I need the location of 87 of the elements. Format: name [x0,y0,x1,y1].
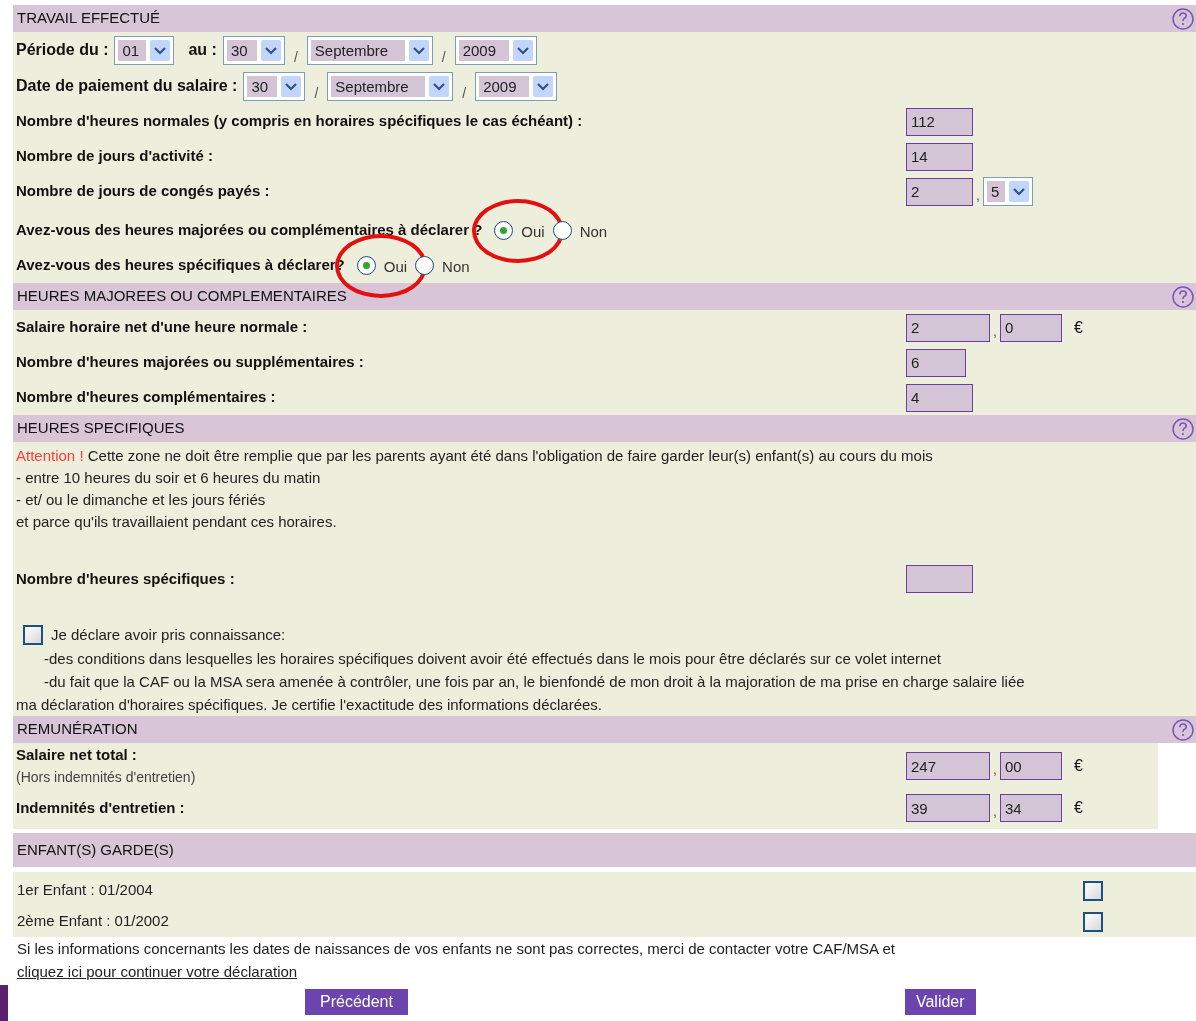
field-label: Période du : [16,40,109,60]
section-title: TRAVAIL EFFECTUÉ [17,8,161,29]
input-field[interactable]: 2 [906,313,990,342]
consent-text: ma déclaration d'horaires spécifiques. Je certifie l'exactitude des informations déclarées. [16,695,604,715]
chevron-down-icon [408,39,429,61]
separator: , [993,760,997,779]
field-label: Nombre d'heures complémentaires : [16,387,277,408]
input-field[interactable]: 2 [906,177,973,206]
help-icon[interactable] [1172,718,1194,741]
dropdown[interactable]: 30 [222,35,285,65]
previous-button[interactable]: Précédent [305,989,408,1015]
field-label: Nombre de jours d'activité : [16,146,214,167]
field-label: Indemnités d'entretien : [16,797,186,818]
info-text: - entre 10 heures du soir et 6 heures du matin [16,468,322,488]
field-label: Date de paiement du salaire : [16,76,238,96]
dropdown[interactable]: Septembre [306,35,433,65]
currency-label: € [1073,798,1083,818]
section-title: HEURES SPECIFIQUES [17,418,185,439]
child-label: 2ème Enfant : 01/2002 [17,911,170,932]
separator: / [314,84,319,103]
info-text: Si les informations concernants les dates de naissances de vos enfants ne sont pas correctes, merci de contacter votre CAF/MSA et cliquez ici pour continuer votre déclaration [16,939,896,982]
child-label: 1er Enfant : 01/2004 [17,880,154,901]
continue-link[interactable]: cliquez ici pour continuer votre déclaration [17,963,298,980]
separator: / [293,48,298,67]
field-label: au : [188,40,217,60]
field-label: Nombre d'heures majorées ou supplémentaires : [16,352,365,373]
input-field[interactable]: 0 [999,313,1062,342]
field-note: (Hors indemnités d'entretien) [16,767,197,787]
checkbox[interactable] [1083,911,1103,932]
section-title: REMUNÉRATION [17,719,138,740]
separator: / [441,48,446,67]
dropdown[interactable]: 5 [982,177,1033,206]
checkbox[interactable] [23,625,43,645]
radio-label: Non [579,222,608,243]
radio-button[interactable] [356,256,376,275]
help-icon[interactable] [1172,417,1194,440]
dropdown[interactable]: 2009 [454,35,537,65]
help-icon[interactable] [1172,7,1194,30]
chevron-down-icon [1008,181,1029,202]
chevron-down-icon [429,75,450,97]
separator: , [976,186,980,205]
input-field[interactable]: 247 [906,752,990,780]
section-title: ENFANT(S) GARDE(S) [17,839,174,860]
field-label: Salaire horaire net d'une heure normale : [16,317,309,338]
checkbox-label: Je déclare avoir pris connaissance: [51,624,286,645]
chevron-down-icon [260,39,281,61]
chevron-down-icon [281,75,302,97]
input-field[interactable]: 4 [906,383,973,412]
field-label: Nombre de jours de congés payés : [16,181,271,202]
separator: / [462,84,467,103]
dropdown[interactable]: Septembre [327,71,454,101]
input-field[interactable]: 14 [906,142,973,171]
currency-label: € [1073,756,1083,776]
radio-label: Non [442,257,470,278]
chevron-down-icon [533,75,554,97]
radio-label: Oui [521,222,545,243]
input-field[interactable]: 34 [999,794,1062,822]
separator: , [993,321,997,341]
radio-button[interactable] [552,221,572,240]
consent-text: -des conditions dans lesquelles les horaires spécifiques doivent avoir été effectués dans le mois pour être déclarés sur ce volet internet [43,649,942,669]
page-edge-bar [0,985,8,1021]
radio-button[interactable] [494,221,514,240]
info-text: et parce qu'ils travaillaient pendant ces horaires. [16,512,338,532]
input-field[interactable]: 6 [906,348,966,377]
input-field[interactable]: 00 [999,752,1062,780]
input-field[interactable]: 112 [906,107,973,136]
separator: , [993,802,997,821]
input-field[interactable]: 39 [906,794,990,822]
chevron-down-icon [150,39,171,61]
dropdown[interactable]: 01 [114,35,175,65]
field-label: Salaire net total : [16,745,138,766]
radio-button[interactable] [415,256,435,275]
warning-text: Attention ! Cette zone ne doit être remplie que par les parents ayant été dans l'obligation de faire garder leur(s) enfant(s) au cours du mois [16,446,934,466]
help-icon[interactable] [1172,285,1194,308]
field-label: Nombre d'heures normales (y compris en horaires spécifiques le cas échéant) : [16,111,584,132]
dropdown[interactable]: 30 [243,71,306,101]
dropdown[interactable]: 2009 [475,71,558,101]
submit-button[interactable]: Valider [904,989,976,1015]
consent-text: -du fait que la CAF ou la MSA sera amenée à contrôler, une fois par an, le bienfondé de mon droit à la majoration de ma prise en charge salaire liée [43,672,1026,692]
radio-label: Oui [383,257,408,278]
field-label: Nombre d'heures spécifiques : [16,568,236,589]
info-text: - et/ ou le dimanche et les jours fériés [16,490,267,510]
checkbox[interactable] [1083,880,1103,901]
currency-label: € [1073,317,1083,338]
chevron-down-icon [512,39,533,61]
input-field[interactable] [906,565,973,593]
section-title: HEURES MAJOREES OU COMPLEMENTAIRES [17,286,347,307]
